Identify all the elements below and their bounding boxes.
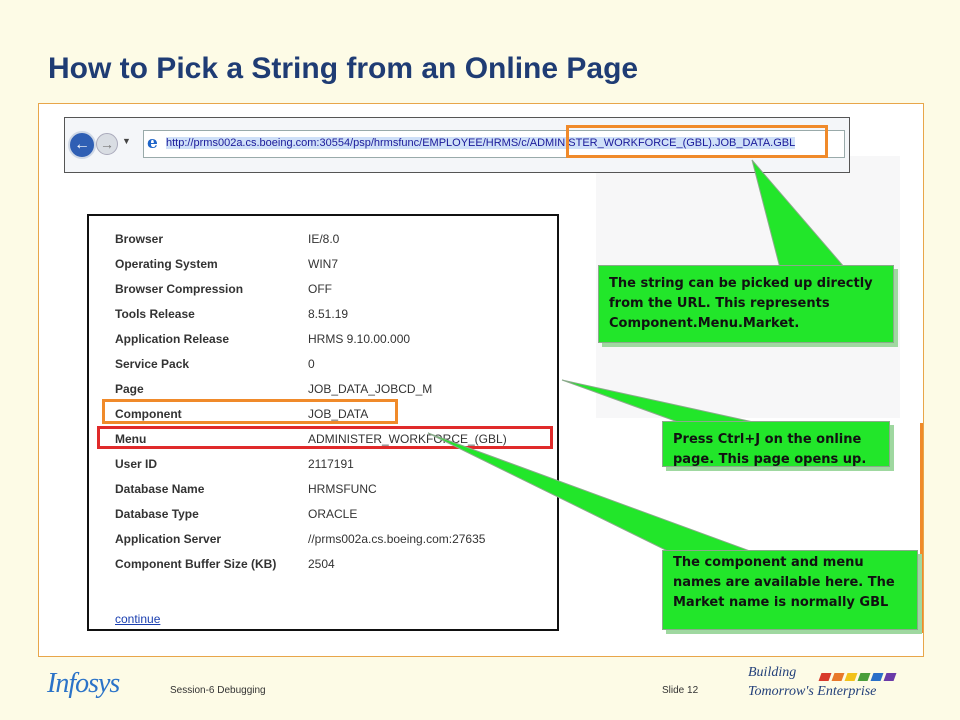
color-bar — [883, 673, 897, 681]
color-bar — [831, 673, 845, 681]
color-bar — [818, 673, 832, 681]
color-bar — [844, 673, 858, 681]
tagline-color-bars — [818, 668, 898, 686]
color-bar — [870, 673, 884, 681]
ctrlj-callout: Press Ctrl+J on the online page. This pa… — [662, 421, 890, 467]
url-callout-pointer — [751, 159, 847, 269]
slide-number: Slide 12 — [662, 685, 699, 696]
session-label: Session-6 Debugging — [170, 685, 266, 696]
url-callout: The string can be picked up directly fro… — [598, 265, 894, 343]
infosys-logo: Infosys — [47, 668, 120, 699]
component-callout: The component and menu names are availab… — [662, 550, 918, 630]
color-bar — [857, 673, 871, 681]
